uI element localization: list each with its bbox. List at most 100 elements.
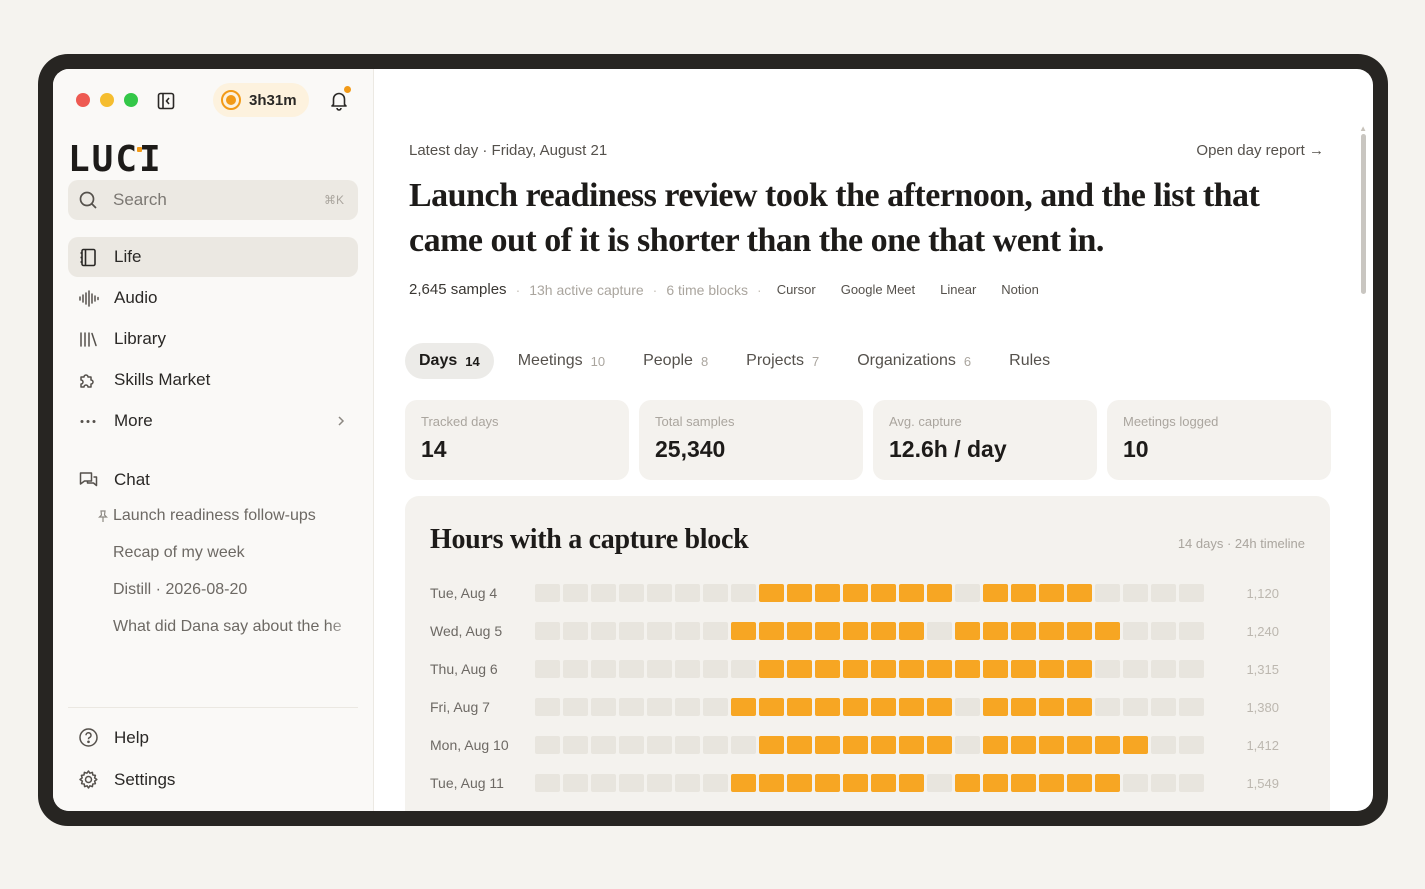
sidebar-collapse-icon[interactable] <box>156 91 176 111</box>
hour-cell <box>815 774 840 792</box>
hour-cell <box>591 736 616 754</box>
timeline-row[interactable]: Tue, Aug 11 1,549 <box>430 764 1305 802</box>
hour-cell <box>759 698 784 716</box>
hour-cell <box>1067 660 1092 678</box>
hour-cell <box>675 736 700 754</box>
chat-thread[interactable]: Recap of my week <box>68 534 358 571</box>
hour-cell <box>591 774 616 792</box>
timeline-row[interactable] <box>430 802 1305 811</box>
nav-item-life[interactable]: Life <box>68 237 358 277</box>
hour-cell <box>563 698 588 716</box>
hour-cell <box>815 698 840 716</box>
minimize-window-button[interactable] <box>100 93 114 107</box>
hour-cell <box>703 736 728 754</box>
hour-cell <box>1095 660 1120 678</box>
scrollbar-thumb[interactable] <box>1361 134 1366 294</box>
tab-people[interactable]: People 8 <box>629 343 722 379</box>
tab-count: 7 <box>811 353 820 369</box>
nav-item-library[interactable]: Library <box>68 319 358 359</box>
stat-label: Total samples <box>655 414 735 429</box>
hour-cell <box>731 698 756 716</box>
hour-cell <box>1151 584 1176 602</box>
timeline-row[interactable]: Thu, Aug 6 1,315 <box>430 650 1305 688</box>
capture-timeline-panel: Hours with a capture block 14 days · 24h… <box>405 496 1330 811</box>
app-tag[interactable]: Google Meet <box>841 282 915 297</box>
tab-projects[interactable]: Projects 7 <box>732 343 833 379</box>
hour-cell <box>899 736 924 754</box>
hour-cell <box>927 622 952 640</box>
hour-cell <box>591 622 616 640</box>
hour-cells <box>535 622 1204 640</box>
app-tag[interactable]: Notion <box>1001 282 1039 297</box>
hour-cell <box>1179 622 1204 640</box>
hour-cell <box>955 622 980 640</box>
hour-cell <box>731 660 756 678</box>
timeline-row[interactable]: Wed, Aug 5 1,240 <box>430 612 1305 650</box>
hour-cell <box>1039 622 1064 640</box>
stat-value: 10 <box>1123 436 1149 462</box>
hour-cell <box>871 698 896 716</box>
nav-label: Skills Market <box>114 370 211 389</box>
hour-cell <box>787 736 812 754</box>
nav-label: Settings <box>114 769 176 789</box>
nav-item-chat[interactable]: Chat <box>68 463 358 497</box>
stat-card-tracked-days: Tracked days 14 <box>405 400 629 480</box>
hour-cell <box>647 622 672 640</box>
timeline-row-count: 1,412 <box>1246 737 1279 753</box>
open-day-report-link[interactable]: Open day report → <box>1196 142 1324 159</box>
hour-cell <box>1123 774 1148 792</box>
nav-item-audio[interactable]: Audio <box>68 278 358 318</box>
latest-day-label: Latest day · Friday, August 21 <box>409 142 608 159</box>
tab-count: 10 <box>590 353 606 369</box>
primary-nav: Life Audio Library Skills Market More <box>68 237 358 442</box>
nav-item-help[interactable]: Help <box>68 717 358 758</box>
hour-cells <box>535 774 1204 792</box>
hour-cell <box>1039 698 1064 716</box>
scroll-up-arrow[interactable]: ▲ <box>1359 124 1367 133</box>
hour-cell <box>955 584 980 602</box>
app-window: 3h31m LUCI Search ⌘K Life Audio Library … <box>53 69 1373 811</box>
search-icon <box>79 191 97 209</box>
hour-cell <box>703 698 728 716</box>
timeline-row-count: 1,549 <box>1246 775 1279 791</box>
tab-rules[interactable]: Rules <box>995 343 1064 379</box>
hour-cells <box>535 698 1204 716</box>
hour-cell <box>619 622 644 640</box>
hour-cell <box>535 698 560 716</box>
chat-icon <box>79 471 98 486</box>
stat-card-total-samples: Total samples 25,340 <box>639 400 863 480</box>
hour-cell <box>899 584 924 602</box>
nav-item-settings[interactable]: Settings <box>68 759 358 800</box>
capture-timer[interactable]: 3h31m <box>213 83 309 117</box>
hour-cell <box>983 660 1008 678</box>
gear-icon <box>79 770 98 789</box>
chat-thread[interactable]: Launch readiness follow-ups <box>68 497 358 534</box>
hour-cell <box>1095 774 1120 792</box>
nav-item-skills-market[interactable]: Skills Market <box>68 360 358 400</box>
hour-cell <box>647 584 672 602</box>
hour-cell <box>1095 584 1120 602</box>
tab-organizations[interactable]: Organizations 6 <box>843 343 985 379</box>
nav-item-more[interactable]: More <box>68 401 358 441</box>
hour-cell <box>1151 698 1176 716</box>
search-input[interactable]: Search ⌘K <box>68 180 358 220</box>
stats-row: Tracked days 14 Total samples 25,340 Avg… <box>405 400 1331 480</box>
maximize-window-button[interactable] <box>124 93 138 107</box>
tab-meetings[interactable]: Meetings 10 <box>504 343 619 379</box>
timeline-row[interactable]: Tue, Aug 4 1,120 <box>430 574 1305 612</box>
view-tabs: Days 14 Meetings 10 People 8 Projects 7 … <box>405 343 1074 379</box>
timeline-row[interactable]: Mon, Aug 10 1,412 <box>430 726 1305 764</box>
hour-cell <box>759 622 784 640</box>
hour-cells <box>535 584 1204 602</box>
samples-count: 2,645 samples <box>409 281 507 298</box>
hour-cell <box>619 660 644 678</box>
app-tag[interactable]: Linear <box>940 282 976 297</box>
close-window-button[interactable] <box>76 93 90 107</box>
chat-thread[interactable]: What did Dana say about the he <box>68 608 358 645</box>
timeline-row[interactable]: Fri, Aug 7 1,380 <box>430 688 1305 726</box>
hour-cell <box>1039 736 1064 754</box>
hour-cell <box>899 698 924 716</box>
tab-days[interactable]: Days 14 <box>405 343 494 379</box>
app-tag[interactable]: Cursor <box>777 282 816 297</box>
chat-thread[interactable]: Distill · 2026-08-20 <box>68 571 358 608</box>
